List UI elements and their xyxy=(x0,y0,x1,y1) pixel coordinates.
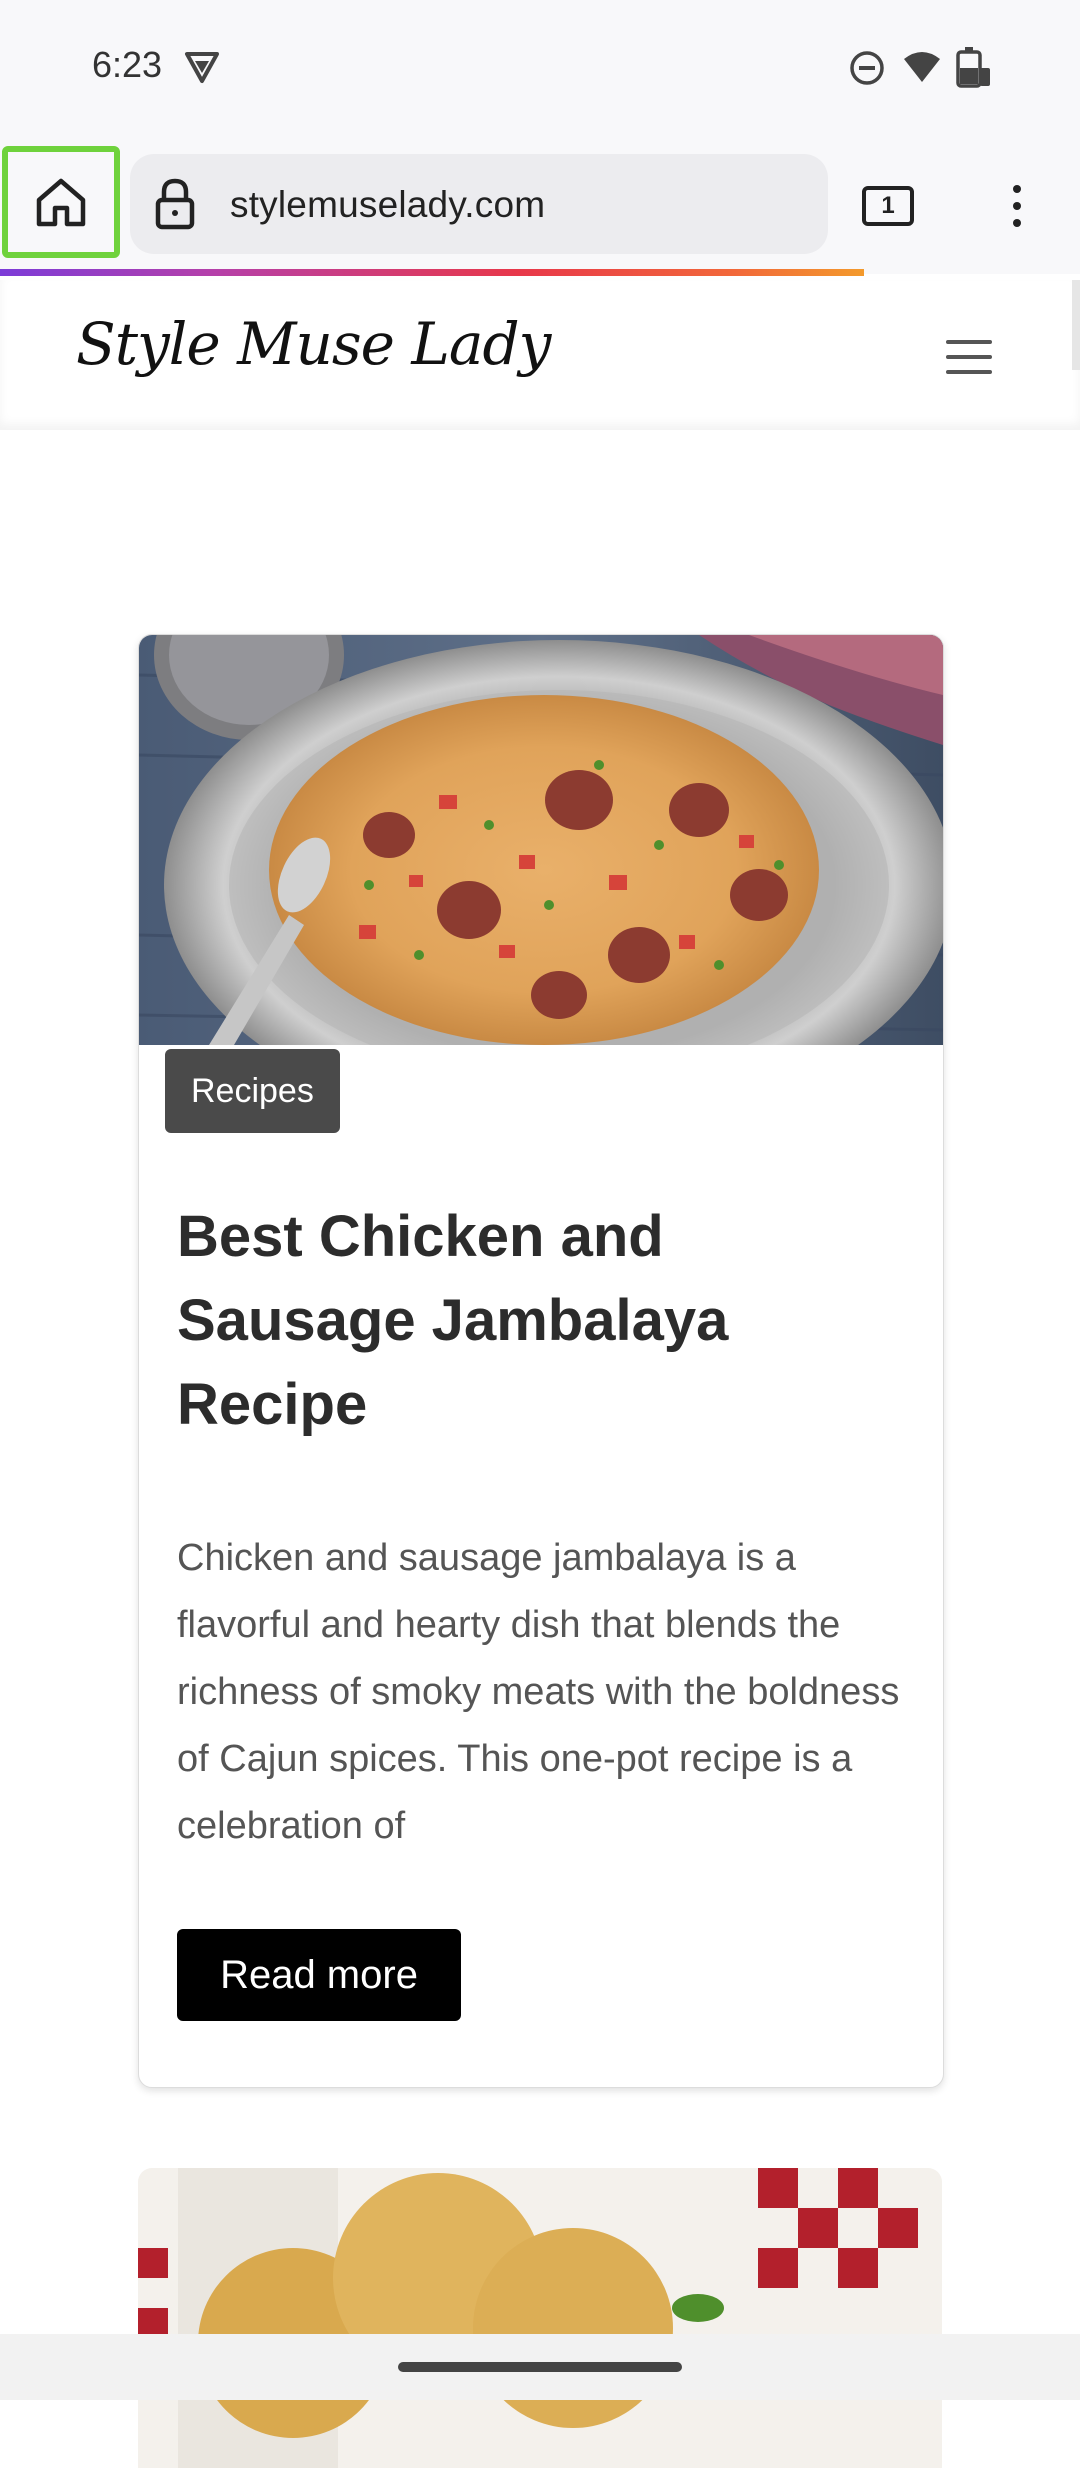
more-vert-icon[interactable] xyxy=(1000,180,1034,236)
wifi-icon xyxy=(904,52,940,82)
browser-toolbar: stylemuselady.com 1 xyxy=(0,140,1080,274)
hamburger-icon[interactable] xyxy=(946,340,992,385)
category-badge[interactable]: Recipes xyxy=(165,1049,340,1133)
site-logo[interactable]: Style Muse Lady xyxy=(76,310,551,378)
navigation-bar xyxy=(0,2334,1080,2400)
gesture-handle[interactable] xyxy=(398,2362,682,2372)
read-more-button[interactable]: Read more xyxy=(177,1929,461,2021)
post-excerpt: Chicken and sausage jambalaya is a flavo… xyxy=(177,1537,900,1847)
post-image[interactable] xyxy=(139,635,943,1045)
do-not-disturb-icon xyxy=(850,51,884,85)
address-bar[interactable]: stylemuselady.com xyxy=(130,154,828,254)
lock-icon[interactable] xyxy=(152,176,198,232)
post-card: Recipes Best Chicken and Sausage Jambala… xyxy=(138,634,944,2088)
post-title[interactable]: Best Chicken and Sausage Jambalaya Recip… xyxy=(177,1195,897,1447)
status-time: 6:23 xyxy=(92,44,163,85)
vpn-shield-icon xyxy=(185,52,219,83)
home-button[interactable] xyxy=(2,146,120,258)
tabs-button[interactable]: 1 xyxy=(862,186,914,226)
next-post-image[interactable] xyxy=(138,2168,942,2468)
page-load-progress xyxy=(0,269,864,276)
site-header: Style Muse Lady xyxy=(0,280,1080,430)
status-bar: 6:23 xyxy=(0,0,1080,140)
home-icon xyxy=(36,178,86,227)
scrollbar xyxy=(1072,280,1080,370)
tab-count: 1 xyxy=(881,192,895,219)
url-text[interactable]: stylemuselady.com xyxy=(230,184,545,226)
battery-charging-icon xyxy=(956,47,990,88)
